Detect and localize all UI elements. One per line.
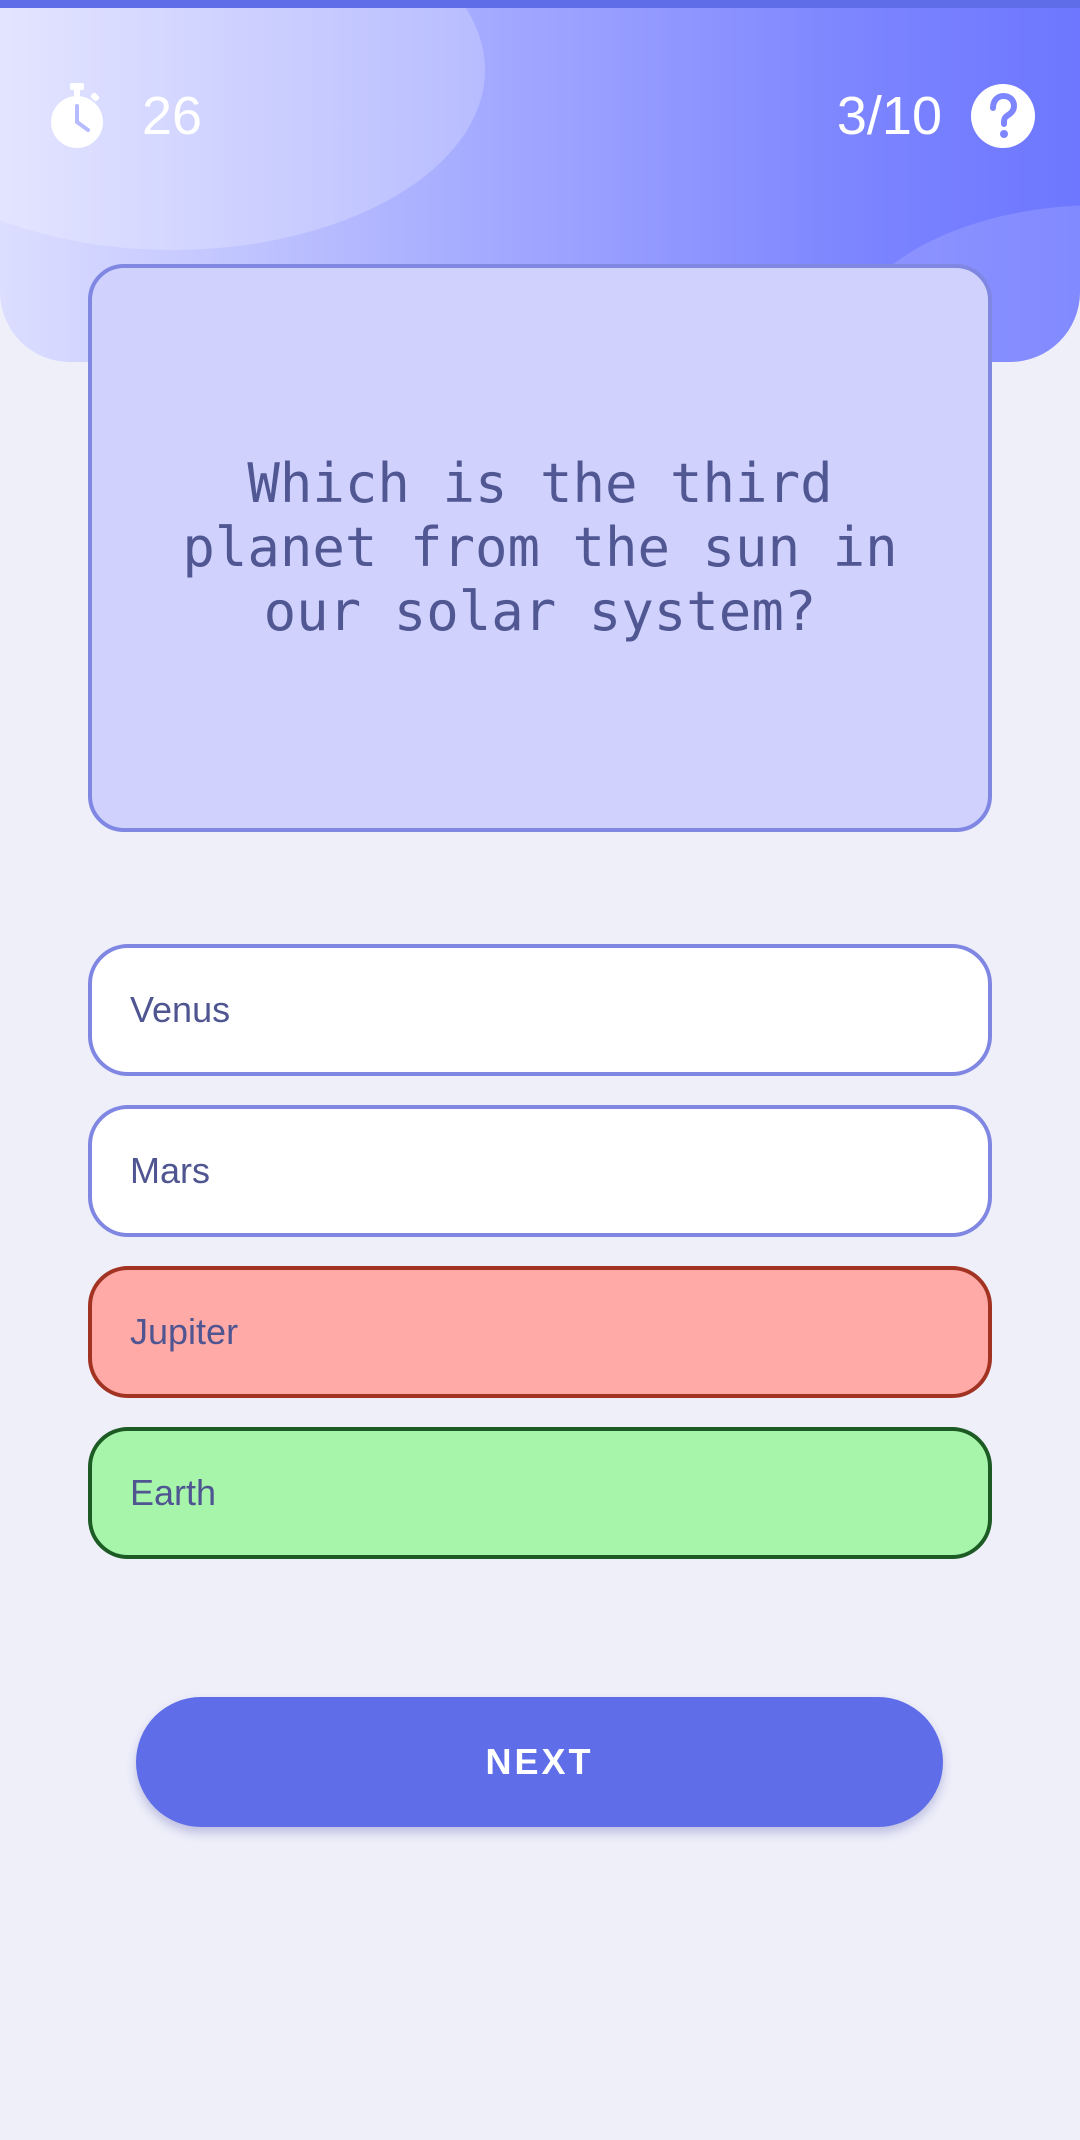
question-card: Which is the third planet from the sun i… [88,264,992,832]
help-circle-icon[interactable] [970,83,1036,149]
answer-option-label: Jupiter [130,1311,239,1352]
progress-counter: 3/10 [836,86,942,146]
timer: 26 [48,80,202,152]
answer-option-mars[interactable]: Mars [88,1105,992,1237]
question-progress: 3/10 [837,80,1036,152]
answer-option-label: Venus [130,989,231,1030]
answer-option-label: Earth [130,1472,217,1513]
answer-option-venus[interactable]: Venus [88,944,992,1076]
timer-value: 26 [142,86,203,146]
answer-option-jupiter[interactable]: Jupiter [88,1266,992,1398]
stopwatch-icon [51,83,103,148]
question-text: Which is the third planet from the sun i… [182,452,898,643]
top-accent-strip [0,0,1080,8]
answer-option-earth[interactable]: Earth [88,1427,992,1559]
quiz-screen: 26 3/10 Which is the third planet from t… [0,0,1080,2140]
next-button[interactable]: NEXT [136,1697,943,1827]
answer-option-label: Mars [130,1150,210,1191]
